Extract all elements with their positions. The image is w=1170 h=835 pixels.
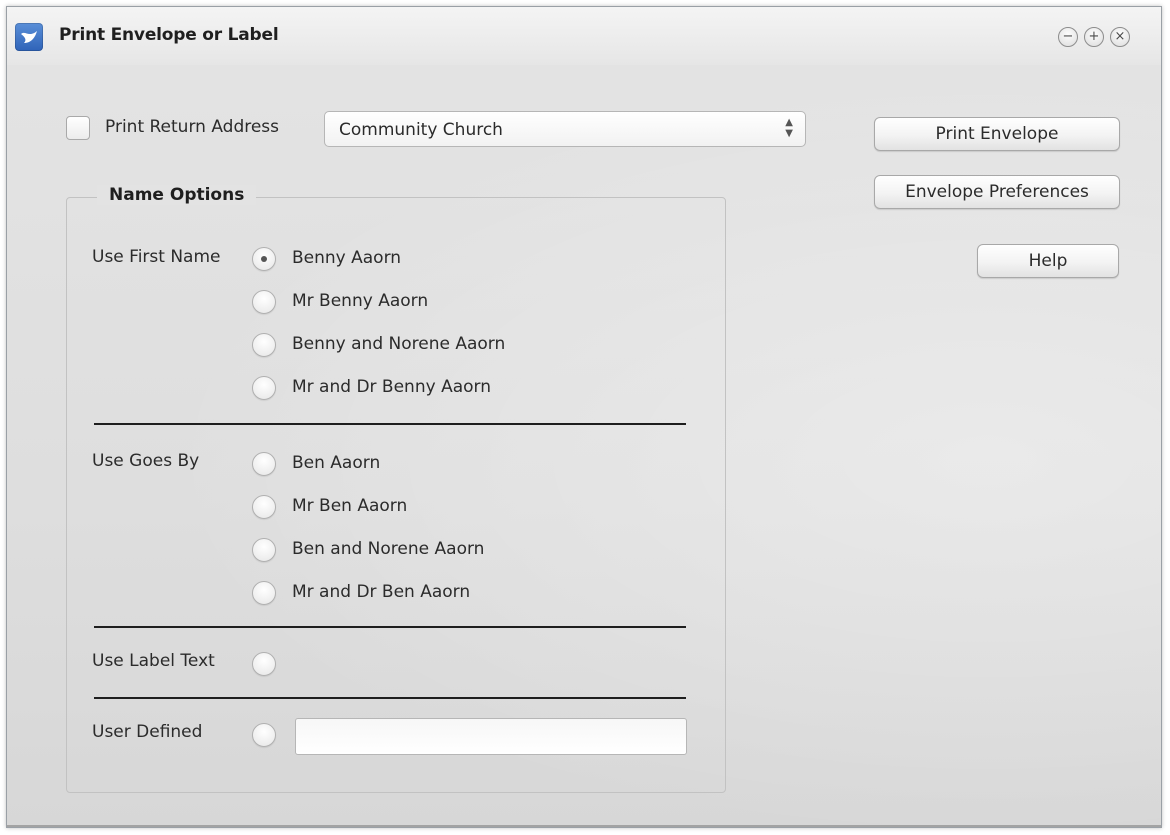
goes-by-option-1-label: Ben Aaorn [292, 453, 381, 473]
maximize-icon[interactable]: + [1084, 27, 1104, 47]
title-bar: Print Envelope or Label − + × [7, 7, 1161, 65]
use-goes-by-label: Use Goes By [92, 451, 200, 471]
first-name-option-2-radio[interactable] [252, 290, 276, 314]
use-label-text-label: Use Label Text [92, 651, 215, 671]
envelope-preferences-button[interactable]: Envelope Preferences [874, 175, 1120, 209]
section-divider [94, 423, 686, 425]
goes-by-option-2-label: Mr Ben Aaorn [292, 496, 408, 516]
name-options-group [66, 197, 726, 793]
section-divider [94, 697, 686, 699]
first-name-option-1-label: Benny Aaorn [292, 248, 402, 268]
user-defined-input[interactable] [295, 718, 687, 755]
user-defined-radio[interactable] [252, 723, 276, 747]
goes-by-option-4-radio[interactable] [252, 581, 276, 605]
user-defined-label: User Defined [92, 722, 203, 742]
church-envelope-icon [15, 23, 43, 51]
return-address-select[interactable]: Community Church ▲ ▼ [324, 111, 806, 147]
first-name-option-4-radio[interactable] [252, 376, 276, 400]
use-first-name-label: Use First Name [92, 247, 221, 267]
print-return-address-label: Print Return Address [105, 117, 280, 137]
radio-selected-dot [261, 256, 267, 262]
first-name-option-2-label: Mr Benny Aaorn [292, 291, 429, 311]
minimize-icon[interactable]: − [1058, 27, 1078, 47]
section-divider [94, 626, 686, 628]
up-down-arrows-icon: ▲ ▼ [785, 117, 793, 139]
first-name-option-3-radio[interactable] [252, 333, 276, 357]
goes-by-option-4-label: Mr and Dr Ben Aaorn [292, 582, 471, 602]
window-title: Print Envelope or Label [59, 25, 279, 45]
name-options-legend: Name Options [97, 185, 257, 205]
return-address-selected-value: Community Church [339, 120, 503, 140]
help-button[interactable]: Help [977, 244, 1119, 278]
goes-by-option-3-label: Ben and Norene Aaorn [292, 539, 485, 559]
close-icon[interactable]: × [1110, 27, 1130, 47]
print-envelope-button[interactable]: Print Envelope [874, 117, 1120, 151]
first-name-option-4-label: Mr and Dr Benny Aaorn [292, 377, 491, 397]
goes-by-option-3-radio[interactable] [252, 538, 276, 562]
first-name-option-1-radio[interactable] [252, 247, 276, 271]
print-return-address-checkbox[interactable] [66, 116, 90, 140]
use-label-text-radio[interactable] [252, 652, 276, 676]
first-name-option-3-label: Benny and Norene Aaorn [292, 334, 506, 354]
window-bottom-edge [7, 825, 1161, 827]
print-envelope-dialog: Print Envelope or Label − + × Print Retu… [6, 6, 1162, 828]
goes-by-option-2-radio[interactable] [252, 495, 276, 519]
goes-by-option-1-radio[interactable] [252, 452, 276, 476]
